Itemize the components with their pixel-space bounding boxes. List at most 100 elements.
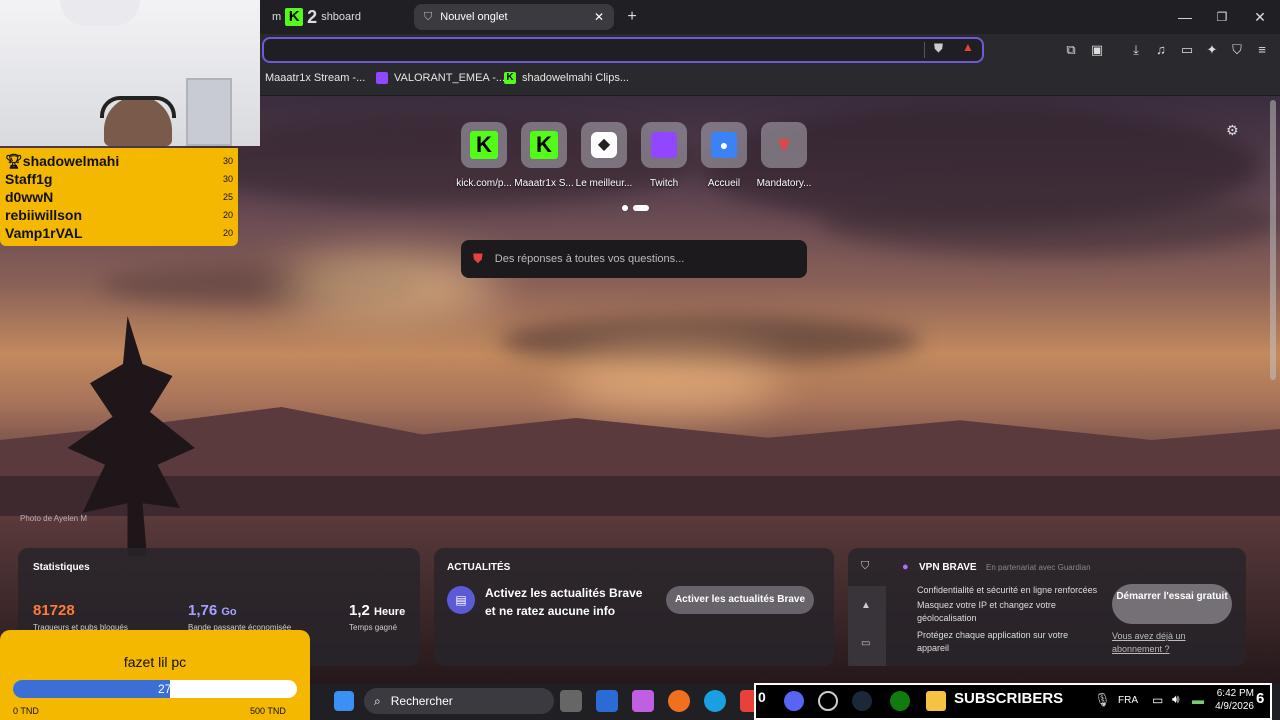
already-subscribed-link[interactable]: Vous avez déjà un abonnement ?	[1112, 630, 1202, 656]
leo-ai-icon[interactable]: ✦	[1204, 42, 1220, 58]
page-dot-active[interactable]	[633, 205, 649, 211]
language-indicator[interactable]: FRA	[1118, 695, 1138, 706]
discord-icon[interactable]	[784, 691, 804, 711]
goal-min: 0 TND	[13, 706, 39, 716]
card-icon[interactable]: ▭	[861, 638, 870, 649]
app-icon[interactable]	[818, 691, 838, 711]
menu-icon[interactable]: ≡	[1254, 42, 1270, 58]
shortcut-tile[interactable]: ▼ Mandatory...	[753, 122, 815, 189]
download-icon[interactable]: ⤓	[1128, 42, 1144, 58]
leaderboard-name: rebiiwillson	[5, 207, 83, 223]
shortcut-icon-bg: K	[521, 122, 567, 168]
leaderboard-row: rebiiwillson 20	[5, 206, 233, 224]
settings-gear-icon[interactable]: ⚙	[1226, 122, 1239, 139]
leaderboard-name: Vamp1rVAL	[5, 225, 83, 241]
activate-news-button[interactable]: Activer les actualités Brave	[666, 586, 814, 614]
music-icon[interactable]: ♫	[1153, 42, 1169, 58]
tab-new-tab[interactable]: ⛉ Nouvel onglet ✕	[414, 4, 614, 30]
kick-icon: K	[285, 8, 304, 26]
vpn-card: ⛉ ▲ ▭ ● VPN BRAVE En partenariat avec Gu…	[848, 548, 1246, 666]
mandatory-icon: ▼	[773, 132, 795, 157]
close-tab-icon[interactable]: ✕	[594, 10, 604, 24]
brave-rewards-icon[interactable]: ▲	[962, 40, 974, 54]
leaderboard-name-text: shadowelmahi	[22, 152, 120, 169]
start-trial-button[interactable]: Démarrer l'essai gratuit	[1112, 584, 1232, 624]
bandwidth-number: 1,76	[188, 602, 218, 619]
search-placeholder: Des réponses à toutes vos questions...	[494, 253, 685, 265]
page-dot[interactable]	[622, 205, 628, 211]
shortcut-tile[interactable]: K kick.com/p...	[453, 122, 515, 189]
window	[186, 78, 232, 146]
clock[interactable]: 6:42 PM 4/9/2026	[1214, 687, 1254, 713]
headset	[100, 96, 176, 118]
new-tab-button[interactable]: +	[623, 8, 641, 26]
maximize-button[interactable]: ❐	[1213, 8, 1231, 26]
volume-icon[interactable]: 🔊︎	[1172, 692, 1180, 707]
search-icon: ⌕	[374, 693, 381, 708]
kick-icon: K	[504, 72, 516, 84]
shortcut-label: Mandatory...	[756, 178, 812, 189]
microphone-icon[interactable]: 🎙︎	[1094, 692, 1111, 708]
close-window-button[interactable]: ✕	[1251, 8, 1269, 26]
leaderboard-name: 🏆︎shadowelmahi	[5, 153, 119, 170]
news-title: ACTUALITÉS	[447, 562, 511, 573]
leaderboard-row: Staff1g 30	[5, 170, 233, 188]
bookmark-label: shadowelmahi Clips...	[522, 72, 629, 84]
vpn-partner-text: En partenariat avec	[986, 563, 1056, 572]
leaderboard-count: 20	[222, 228, 233, 238]
task-view-icon[interactable]	[560, 690, 582, 712]
search-box[interactable]: ⛊ Des réponses à toutes vos questions...	[461, 240, 807, 278]
vpn-side-tabs: ▲ ▭	[848, 586, 886, 666]
scrollbar[interactable]	[1270, 100, 1276, 380]
extensions-icon[interactable]: ⧉	[1063, 42, 1079, 58]
edge-icon[interactable]	[704, 690, 726, 712]
leaderboard-count: 25	[222, 192, 233, 202]
windows-start-icon[interactable]	[334, 691, 354, 711]
battery-icon[interactable]: ▬	[1192, 693, 1204, 707]
bookmark-item[interactable]: VALORANT_EMEA -...	[376, 72, 505, 84]
leaderboard-row: d0wwN 25	[5, 188, 233, 206]
warning-icon[interactable]: ▲	[861, 600, 871, 611]
trophy-icon: 🏆︎	[5, 152, 23, 169]
shortcut-label: Twitch	[649, 178, 679, 189]
taskbar-search[interactable]: ⌕ Rechercher	[364, 688, 554, 714]
leaderboard-name: d0wwN	[5, 189, 54, 205]
brave-shields-icon[interactable]: ⛊	[934, 41, 943, 56]
shield-icon[interactable]: ⛉	[861, 560, 869, 573]
copilot-icon[interactable]	[632, 690, 654, 712]
bandwidth-value: 1,76 Go	[188, 602, 237, 619]
kick-icon: K	[530, 131, 558, 159]
shortcut-icon-bg: ▼	[761, 122, 807, 168]
minimize-button[interactable]: —	[1176, 8, 1194, 26]
ceiling-lamp	[60, 0, 140, 26]
shield-icon: ⛉	[424, 10, 433, 23]
clock-time: 6:42 PM	[1216, 688, 1254, 699]
network-icon[interactable]: ▭	[1152, 693, 1163, 707]
folder-icon[interactable]	[926, 691, 946, 711]
vpn-icon[interactable]: ⛉	[1229, 42, 1245, 58]
shortcut-icon-bg: ●	[701, 122, 747, 168]
bookmark-item[interactable]: Maaatr1x Stream -...	[265, 72, 365, 84]
leaderboard-count: 30	[222, 156, 233, 166]
time-unit: Heure	[374, 606, 406, 618]
brave-badge: 0	[758, 689, 766, 705]
brave-logo-icon: ⛊	[473, 251, 483, 266]
leaderboard-overlay: 🏆︎shadowelmahi 30 Staff1g 30 d0wwN 25 rebii…	[0, 148, 238, 246]
steam-icon[interactable]	[852, 691, 872, 711]
photo-credit: Photo de Ayelen M	[20, 514, 88, 523]
kick-icon: K	[470, 131, 498, 159]
sidebar-icon[interactable]: ▣	[1089, 42, 1105, 58]
xbox-icon[interactable]	[890, 691, 910, 711]
app-icon[interactable]	[668, 690, 690, 712]
app-icon[interactable]	[596, 690, 618, 712]
bookmark-item[interactable]: K shadowelmahi Clips...	[504, 72, 629, 84]
wallet-icon[interactable]: ▭	[1179, 42, 1195, 58]
subscribers-overlay: 0 SUBSCRIBERS 🎙︎ FRA ▭ 🔊︎ ▬ 6:42 PM 4/9/…	[754, 683, 1272, 720]
shortcut-tile[interactable]: K Maaatr1x S...	[513, 122, 575, 189]
shortcut-tile[interactable]: Twitch	[633, 122, 695, 189]
tab-dashboard[interactable]: m K 2 shboard	[262, 4, 402, 30]
address-bar[interactable]: ⛊ ▲	[262, 37, 984, 63]
shortcut-tile[interactable]: ● Accueil	[693, 122, 755, 189]
shortcut-tile[interactable]: ◆ Le meilleur...	[573, 122, 635, 189]
bookmark-label: VALORANT_EMEA -...	[394, 72, 506, 84]
